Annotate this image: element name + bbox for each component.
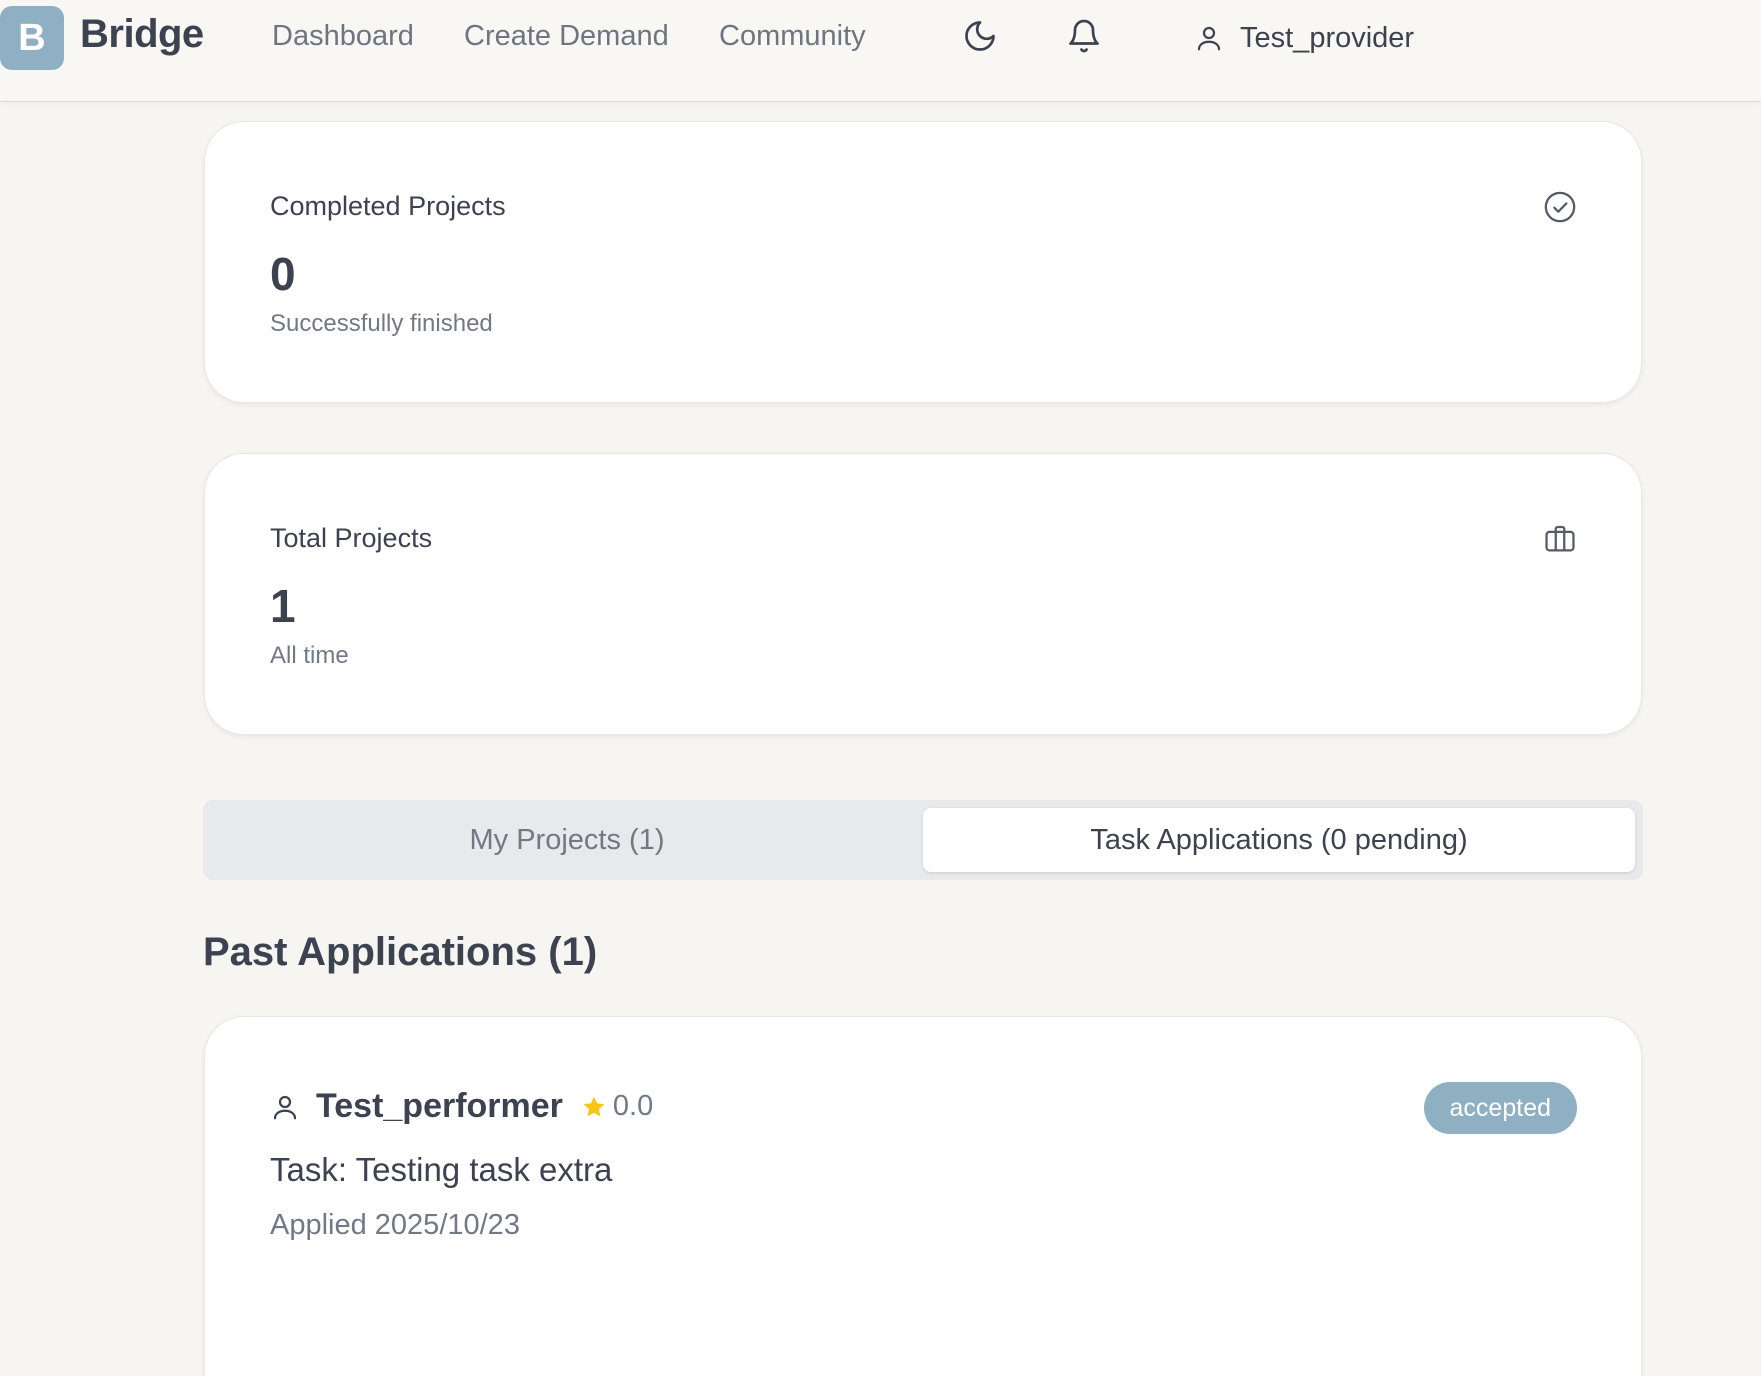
user-menu[interactable]: Test_provider — [1194, 18, 1414, 58]
past-applications-heading: Past Applications (1) — [203, 930, 598, 974]
username-label: Test_provider — [1240, 21, 1415, 54]
applicant-rating: 0.0 — [581, 1090, 653, 1123]
logo-badge[interactable]: B — [0, 6, 64, 70]
briefcase-icon — [1543, 522, 1577, 556]
completed-projects-card: Completed Projects 0 Successfully finish… — [204, 121, 1642, 403]
dark-mode-moon-icon[interactable] — [962, 18, 998, 54]
total-projects-card: Total Projects 1 All time — [204, 453, 1642, 735]
check-circle-icon — [1543, 190, 1577, 224]
application-task: Task: Testing task extra — [270, 1151, 613, 1188]
nav-link-create-demand[interactable]: Create Demand — [464, 20, 669, 53]
applicant-info: Test_performer 0.0 — [270, 1087, 653, 1126]
notifications-bell-icon[interactable] — [1066, 18, 1102, 54]
total-projects-subtitle: All time — [270, 642, 349, 669]
top-navbar: B Bridge Dashboard Create Demand Communi… — [0, 0, 1761, 102]
application-date: Applied 2025/10/23 — [270, 1209, 520, 1241]
application-card[interactable]: Test_performer 0.0 accepted Task: Testin… — [204, 1016, 1642, 1376]
user-icon — [273, 1095, 297, 1119]
user-icon — [1197, 26, 1221, 51]
status-badge: accepted — [1423, 1082, 1577, 1134]
total-projects-title: Total Projects — [270, 523, 433, 553]
total-projects-value: 1 — [270, 580, 296, 632]
tab-task-applications[interactable]: Task Applications (0 pending) — [923, 808, 1635, 872]
rating-value: 0.0 — [612, 1090, 654, 1122]
completed-projects-value: 0 — [270, 248, 296, 300]
brand-name[interactable]: Bridge — [80, 12, 204, 57]
completed-projects-title: Completed Projects — [270, 191, 506, 221]
applicant-name[interactable]: Test_performer — [316, 1087, 563, 1126]
nav-link-community[interactable]: Community — [719, 20, 866, 53]
completed-projects-subtitle: Successfully finished — [270, 310, 493, 337]
project-tabs: My Projects (1) Task Applications (0 pen… — [203, 800, 1643, 880]
star-icon — [583, 1096, 605, 1116]
nav-link-dashboard[interactable]: Dashboard — [272, 20, 414, 53]
tab-my-projects[interactable]: My Projects (1) — [211, 808, 923, 872]
